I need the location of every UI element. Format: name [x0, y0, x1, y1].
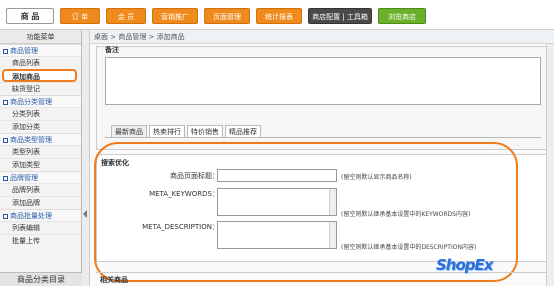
browse-store-button[interactable]: 浏览商店 [378, 8, 426, 24]
sidebar-item-batch-upload[interactable]: 批量上传 [0, 234, 81, 247]
sidebar-group-batch[interactable]: 商品批量处理 [0, 209, 81, 221]
divider [105, 137, 541, 138]
sidebar-item-category-list[interactable]: 分类列表 [0, 107, 81, 120]
sidebar-item-type-list[interactable]: 类型列表 [0, 145, 81, 158]
remark-label: 备注 [105, 46, 119, 54]
tab-reports[interactable]: 统计报表 [256, 8, 302, 24]
sidebar-group-label: 商品管理 [10, 47, 38, 55]
seo-section: 搜索优化 商品页面标题： (留空则默认显示商品名称) META_KEYWORDS… [96, 154, 548, 262]
remark-textarea[interactable] [105, 57, 541, 105]
collapse-icon [3, 175, 8, 181]
scrollbar[interactable] [329, 222, 336, 248]
remark-section: 备注 最新商品 热卖排行 特价销售 精品推荐 [96, 46, 548, 150]
main-content: 桌面 > 商品管理 > 添加商品 备注 最新商品 热卖排行 特价销售 精品推荐 … [90, 30, 554, 286]
description-label: META_DESCRIPTION： [142, 223, 219, 231]
tab-orders[interactable]: 订 单 [60, 8, 100, 24]
collapse-arrow-icon[interactable] [83, 210, 87, 218]
scrollbar[interactable] [329, 189, 336, 215]
tab-hot[interactable]: 热卖排行 [149, 125, 185, 137]
keywords-hint: (留空则默认继承基本设置中的KEYWORDS内容) [341, 211, 471, 218]
tab-marketing[interactable]: 营销推广 [152, 8, 198, 24]
seo-title-label: 商品页面标题： [170, 172, 219, 180]
description-textarea[interactable] [217, 221, 337, 249]
breadcrumb: 桌面 > 商品管理 > 添加商品 [90, 30, 554, 44]
top-nav: 商 品 订 单 会 员 营销推广 页面管理 统计报表 商店配置 | 工具箱 浏览… [0, 6, 432, 26]
sidebar-item-add-product[interactable]: 添加商品 [2, 69, 77, 82]
keywords-label: META_KEYWORDS： [149, 190, 219, 198]
sidebar-title: 功能菜单 [0, 30, 81, 44]
sidebar-group-label: 商品类型管理 [10, 136, 52, 144]
collapse-icon [3, 213, 8, 219]
sidebar-group-category[interactable]: 商品分类管理 [0, 95, 81, 107]
sidebar-group-product-management[interactable]: 商品管理 [0, 44, 81, 56]
collapse-icon [3, 137, 8, 143]
tab-latest[interactable]: 最新商品 [111, 125, 147, 137]
page-title-input[interactable] [217, 169, 337, 182]
seo-title: 搜索优化 [101, 159, 129, 167]
sidebar-group-type[interactable]: 商品类型管理 [0, 133, 81, 145]
sidebar-group-brand[interactable]: 品牌管理 [0, 171, 81, 183]
sidebar: 功能菜单 商品管理 商品列表 添加商品 缺货登记 商品分类管理 分类列表 添加分… [0, 30, 82, 286]
top-bar: 商 品 订 单 会 员 营销推广 页面管理 统计报表 商店配置 | 工具箱 浏览… [0, 0, 554, 30]
shopex-logo: ShopEx [436, 256, 493, 274]
collapse-icon [3, 48, 8, 54]
tab-pages[interactable]: 页面管理 [204, 8, 250, 24]
sidebar-splitter[interactable] [82, 30, 90, 286]
tab-members[interactable]: 会 员 [106, 8, 146, 24]
tab-products[interactable]: 商 品 [6, 8, 54, 24]
toolbox-link[interactable]: 工具箱 [347, 13, 368, 21]
sidebar-item-list-edit[interactable]: 列表编辑 [0, 221, 81, 234]
separator: | [342, 13, 345, 21]
tab-featured[interactable]: 精品推荐 [225, 125, 261, 137]
sidebar-bottom-tab[interactable]: 商品分类目录 [0, 272, 82, 286]
sidebar-item-brand-list[interactable]: 品牌列表 [0, 183, 81, 196]
sidebar-group-label: 商品分类管理 [10, 98, 52, 106]
sidebar-group-label: 商品批量处理 [10, 212, 52, 220]
sidebar-item-stockout[interactable]: 缺货登记 [0, 82, 81, 95]
sidebar-group-label: 品牌管理 [10, 174, 38, 182]
tab-special[interactable]: 特价销售 [187, 125, 223, 137]
collapse-icon [3, 99, 8, 105]
sidebar-item-add-category[interactable]: 添加分类 [0, 120, 81, 133]
sidebar-item-add-type[interactable]: 添加类型 [0, 158, 81, 171]
seo-title-hint: (留空则默认显示商品名称) [341, 174, 412, 181]
page-scrollbar[interactable] [546, 44, 554, 286]
recommend-tabs: 最新商品 热卖排行 特价销售 精品推荐 [111, 125, 263, 137]
description-hint: (留空则默认继承基本设置中的DESCRIPTION内容) [341, 244, 477, 251]
related-products-heading: 相关商品 [96, 272, 548, 286]
tools-group: 商店配置 | 工具箱 [308, 8, 372, 24]
sidebar-item-add-brand[interactable]: 添加品牌 [0, 196, 81, 209]
store-config-link[interactable]: 商店配置 [312, 13, 340, 21]
keywords-textarea[interactable] [217, 188, 337, 216]
sidebar-item-product-list[interactable]: 商品列表 [0, 56, 81, 69]
